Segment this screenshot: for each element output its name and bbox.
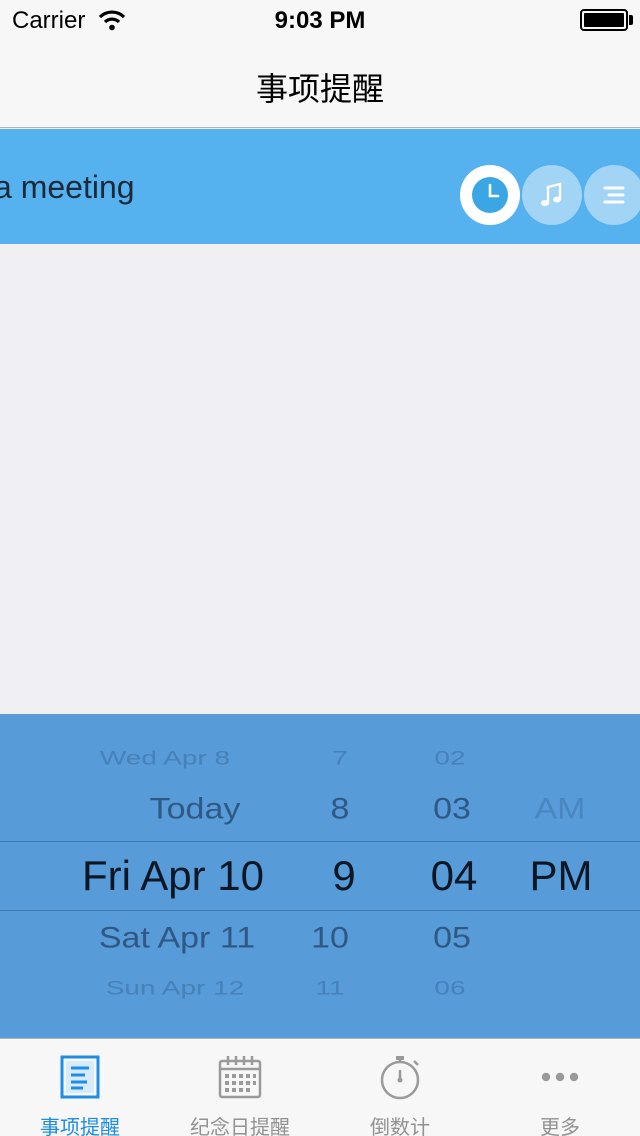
status-bar: Carrier 9:03 PM [0, 0, 640, 40]
navigation-bar: 事项提醒 [0, 40, 640, 128]
picker-hour-option[interactable]: 11 [290, 977, 370, 999]
picker-minute-option[interactable]: 02 [410, 747, 490, 769]
picker-minute-option[interactable]: 05 [412, 921, 492, 955]
tab-anniversary[interactable]: 纪念日提醒 [160, 1039, 320, 1136]
picker-day-option[interactable]: Wed Apr 8 [40, 747, 290, 769]
list-icon [603, 186, 625, 204]
stopwatch-icon [380, 1056, 420, 1100]
picker-day-selected[interactable]: Fri Apr 10 [48, 852, 298, 900]
clock-icon [488, 183, 500, 198]
tab-label: 纪念日提醒 [190, 1115, 290, 1136]
picker-minute-selected[interactable]: 04 [414, 852, 494, 900]
picker-minute-option[interactable]: 06 [410, 977, 490, 999]
tab-label: 更多 [540, 1115, 580, 1136]
more-dots-icon [541, 1072, 579, 1082]
date-time-picker[interactable]: Wed Apr 8 Today Fri Apr 10 Sat Apr 11 Su… [0, 714, 640, 1038]
clock-button[interactable] [460, 165, 520, 225]
picker-pm-selected[interactable]: PM [516, 852, 606, 900]
tab-reminders[interactable]: 事项提醒 [0, 1039, 160, 1136]
picker-day-option[interactable]: Sun Apr 12 [50, 977, 300, 999]
battery-tip [629, 15, 633, 25]
picker-day-option[interactable]: Sat Apr 11 [52, 921, 302, 955]
status-time: 9:03 PM [274, 7, 366, 34]
reminder-text: a meeting [0, 169, 135, 205]
picker-am-option[interactable]: AM [515, 792, 605, 826]
picker-minute-option[interactable]: 03 [412, 792, 492, 826]
document-list-icon [60, 1055, 100, 1099]
picker-hour-option[interactable]: 7 [300, 747, 380, 769]
tab-more[interactable]: 更多 [480, 1039, 640, 1136]
picker-selection-top-line [0, 841, 640, 842]
music-button[interactable] [522, 165, 582, 225]
tab-countdown[interactable]: 倒数计 [320, 1039, 480, 1136]
tab-bar: 事项提醒 纪念日提醒 倒数计 更多 [0, 1038, 640, 1136]
picker-hour-option[interactable]: 10 [290, 921, 370, 955]
picker-day-option[interactable]: Today [70, 792, 320, 826]
reminder-row[interactable]: a meeting [0, 129, 640, 244]
picker-selection-bottom-line [0, 910, 640, 911]
music-note-icon [541, 182, 562, 206]
page-title: 事项提醒 [255, 70, 384, 108]
tab-label: 事项提醒 [40, 1115, 120, 1136]
tab-label: 倒数计 [370, 1115, 430, 1136]
picker-hour-selected[interactable]: 9 [304, 852, 384, 900]
picker-hour-option[interactable]: 8 [300, 792, 380, 826]
battery-icon [580, 9, 628, 31]
list-button[interactable] [584, 165, 640, 225]
calendar-icon [218, 1056, 262, 1099]
